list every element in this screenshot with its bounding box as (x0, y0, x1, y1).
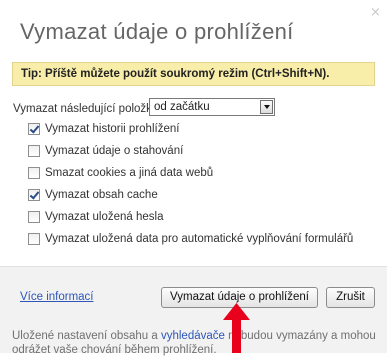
checkbox-row-cache[interactable]: Vymazat obsah cache (28, 187, 158, 203)
range-label: Vymazat následující položky: (13, 103, 161, 115)
close-icon[interactable]: × (370, 6, 381, 20)
checkbox-label-cookies: Smazat cookies a jiná data webů (45, 167, 214, 179)
checkbox-passwords[interactable] (28, 211, 40, 223)
search-engines-link[interactable]: vyhledávače (161, 330, 225, 342)
checkbox-row-history[interactable]: Vymazat historii prohlížení (28, 121, 179, 137)
time-range-select[interactable]: od začátku (149, 98, 275, 116)
dialog-title: Vymazat údaje o prohlížení (20, 19, 294, 44)
checkbox-row-downloads[interactable]: Vymazat údaje o stahování (28, 143, 183, 159)
more-info-link[interactable]: Více informací (20, 291, 94, 303)
checkbox-cache[interactable] (28, 189, 40, 201)
checkbox-label-cache: Vymazat obsah cache (45, 189, 158, 201)
checkbox-label-passwords: Vymazat uložená hesla (45, 211, 164, 223)
checkbox-label-downloads: Vymazat údaje o stahování (45, 145, 184, 157)
checkbox-row-passwords[interactable]: Vymazat uložená hesla (28, 209, 163, 225)
checkbox-label-history: Vymazat historii prohlížení (45, 123, 180, 135)
tip-banner: Tip: Příště můžete použít soukromý režim… (12, 62, 375, 86)
checkbox-downloads[interactable] (28, 145, 40, 157)
chevron-down-icon[interactable] (260, 100, 273, 114)
checkbox-history[interactable] (28, 123, 40, 135)
time-range-value: od začátku (154, 101, 210, 113)
checkbox-cookies[interactable] (28, 167, 40, 179)
annotation-arrow-shape (223, 303, 250, 353)
footer-note-prefix: Uložené nastavení obsahu a (12, 330, 161, 342)
dialog-footer: Více informací Vymazat údaje o prohlížen… (0, 266, 387, 356)
checkbox-row-autofill[interactable]: Vymazat uložená data pro automatické vyp… (28, 231, 353, 247)
checkbox-label-autofill: Vymazat uložená data pro automatické vyp… (45, 233, 354, 245)
checkbox-autofill[interactable] (28, 233, 40, 245)
checkbox-row-cookies[interactable]: Smazat cookies a jiná data webů (28, 165, 213, 181)
cancel-button[interactable]: Zrušit (326, 287, 375, 308)
annotation-arrow-icon (223, 303, 250, 353)
